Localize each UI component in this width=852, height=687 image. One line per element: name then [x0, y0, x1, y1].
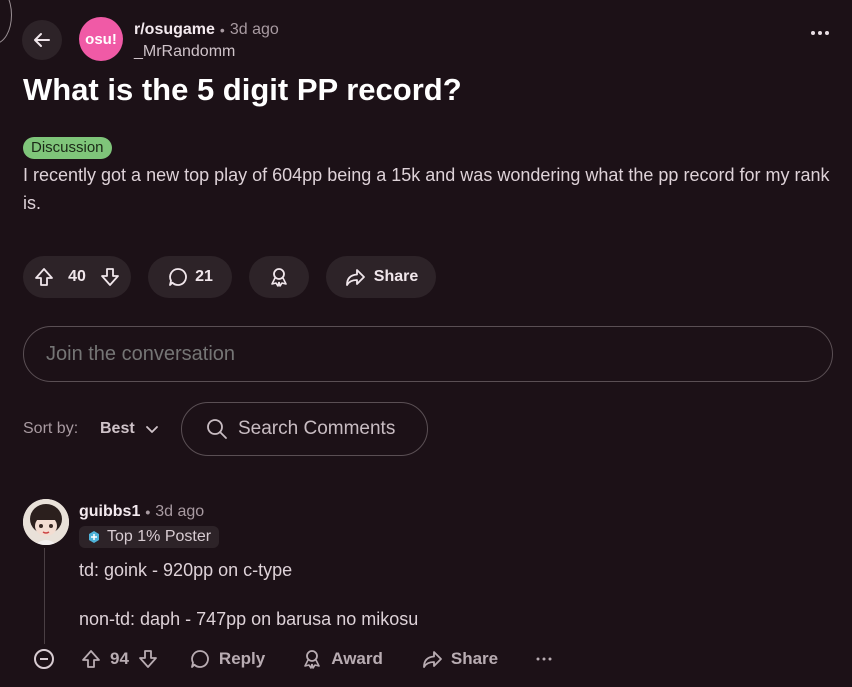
corner-circle: [0, 0, 12, 44]
post-vote-count: 40: [68, 268, 86, 285]
subreddit-link[interactable]: r/osugame: [134, 21, 215, 39]
post-flair[interactable]: Discussion: [23, 137, 112, 159]
comment-avatar[interactable]: [23, 499, 69, 545]
subreddit-avatar[interactable]: osu!: [79, 17, 123, 61]
comment-more-button[interactable]: [536, 657, 552, 661]
downvote-icon[interactable]: [99, 266, 121, 288]
award-button[interactable]: [249, 256, 309, 298]
share-button[interactable]: Share: [326, 256, 436, 298]
post-vote-pill: 40: [23, 256, 131, 298]
poster-badge: Top 1% Poster: [79, 526, 220, 548]
reply-label: Reply: [218, 649, 266, 668]
upvote-icon[interactable]: [33, 266, 55, 288]
downvote-icon[interactable]: [137, 648, 159, 670]
comment-author[interactable]: guibbs1: [79, 503, 140, 521]
post-title: What is the 5 digit PP record?: [23, 72, 462, 107]
comment-text-line: non-td: daph - 747pp on barusa no mikosu: [79, 609, 419, 629]
comment-count: 21: [195, 268, 213, 285]
thread-line[interactable]: [44, 548, 45, 644]
comment-award-button[interactable]: Award: [301, 648, 383, 670]
comment-time: 3d ago: [155, 503, 205, 520]
more-icon: [536, 657, 552, 661]
share-icon: [344, 266, 366, 288]
subreddit-avatar-text: osu!: [85, 30, 117, 48]
join-conversation-input[interactable]: [23, 326, 833, 382]
upvote-icon[interactable]: [80, 648, 102, 670]
post-meta: r/osugame • 3d ago: [134, 21, 279, 39]
award-icon: [301, 648, 323, 670]
sort-dropdown[interactable]: Best: [100, 420, 159, 438]
badge-icon: [87, 530, 101, 544]
award-icon: [268, 266, 290, 288]
search-placeholder: Search Comments: [238, 418, 396, 439]
more-icon: [810, 30, 830, 36]
badge-label: Top 1% Poster: [107, 528, 212, 545]
comment-icon: [167, 266, 189, 288]
meta-separator: •: [219, 22, 225, 38]
comment-meta: guibbs1 • 3d ago: [79, 503, 204, 521]
post-time: 3d ago: [229, 21, 279, 38]
share-label: Share: [373, 268, 419, 285]
comment-text-line: td: goink - 920pp on c-type: [79, 560, 293, 580]
arrow-left-icon: [32, 30, 52, 50]
comment-meta-separator: •: [145, 504, 151, 520]
more-options-button[interactable]: [810, 30, 830, 36]
search-comments-input[interactable]: Search Comments: [181, 402, 428, 456]
back-button[interactable]: [22, 20, 62, 60]
sort-label: Sort by:: [23, 420, 79, 437]
comment-vote-count: 94: [110, 649, 129, 668]
comment-share-label: Share: [450, 649, 499, 668]
comment-share-button[interactable]: Share: [421, 648, 498, 670]
comments-button[interactable]: 21: [148, 256, 232, 298]
comment-vote: 94: [80, 648, 159, 670]
post-body: I recently got a new top play of 604pp b…: [23, 165, 830, 213]
sort-value: Best: [100, 420, 135, 437]
share-icon: [421, 648, 443, 670]
collapse-icon[interactable]: [34, 649, 54, 669]
search-icon: [206, 418, 228, 440]
comment-actions: 94 Reply Award Share: [34, 648, 552, 670]
post-author[interactable]: _MrRandomm: [134, 43, 235, 61]
comment-icon: [189, 648, 211, 670]
chevron-down-icon: [145, 422, 159, 436]
reply-button[interactable]: Reply: [189, 648, 265, 670]
award-label: Award: [331, 649, 383, 668]
